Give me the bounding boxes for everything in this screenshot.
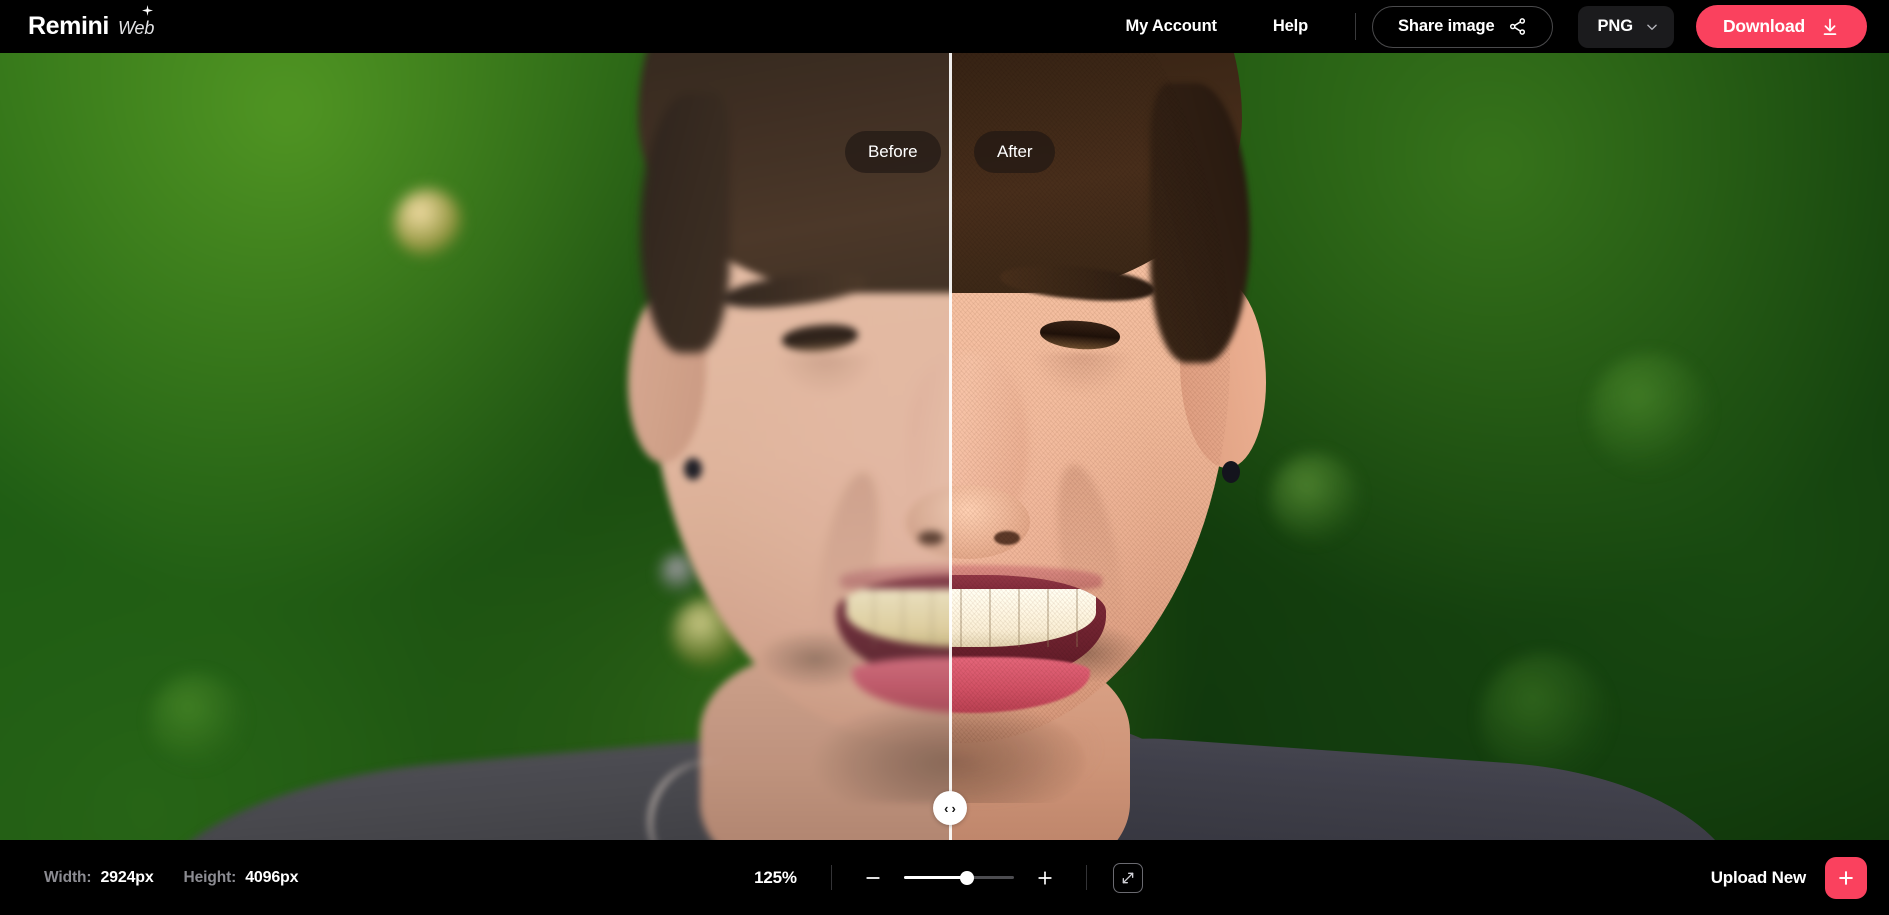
share-image-button[interactable]: Share image bbox=[1372, 5, 1553, 48]
comparison-divider-line[interactable] bbox=[948, 53, 952, 840]
download-button-label: Download bbox=[1722, 16, 1805, 36]
header-nav: My Account Help bbox=[1097, 9, 1336, 44]
before-image-pane bbox=[0, 53, 950, 840]
comparison-slider-handle[interactable]: ‹ › bbox=[933, 791, 967, 825]
zoom-in-button[interactable] bbox=[1030, 863, 1060, 893]
upload-new-label: Upload New bbox=[1710, 867, 1806, 887]
before-artwork bbox=[0, 53, 950, 840]
app-header: Remini Web My Account Help Share image P… bbox=[0, 0, 1889, 53]
upload-new-control[interactable]: Upload New bbox=[1710, 856, 1867, 899]
plus-icon bbox=[1839, 870, 1853, 885]
zoom-slider-thumb[interactable] bbox=[960, 870, 975, 885]
height-value: 4096px bbox=[245, 868, 299, 886]
nav-my-account[interactable]: My Account bbox=[1097, 9, 1244, 44]
minus-icon bbox=[865, 876, 880, 879]
portrait-subject bbox=[0, 53, 950, 840]
share-image-label: Share image bbox=[1398, 17, 1495, 35]
width-label: Width: bbox=[44, 868, 92, 886]
sparkle-icon bbox=[142, 5, 154, 16]
fit-to-screen-button[interactable] bbox=[1112, 862, 1143, 893]
width-value: 2924px bbox=[100, 868, 154, 886]
portrait-subject bbox=[950, 53, 1889, 840]
before-label-pill: Before bbox=[845, 131, 941, 173]
remini-web-app: Remini Web My Account Help Share image P… bbox=[0, 0, 1889, 915]
format-select[interactable]: PNG bbox=[1577, 5, 1674, 48]
brand-subtitle: Web bbox=[117, 18, 155, 38]
after-image-pane bbox=[950, 53, 1889, 840]
height-group: Height: 4096px bbox=[184, 869, 299, 887]
app-footer: Width: 2924px Height: 4096px 125% Upload… bbox=[0, 840, 1889, 915]
zoom-slider[interactable] bbox=[903, 868, 1014, 888]
after-artwork bbox=[950, 53, 1889, 840]
photo-stage: Before After ‹ › bbox=[0, 53, 1889, 840]
share-icon bbox=[1509, 18, 1525, 35]
nav-help[interactable]: Help bbox=[1245, 9, 1336, 44]
header-divider bbox=[1355, 13, 1357, 40]
width-group: Width: 2924px bbox=[44, 869, 154, 887]
format-select-value: PNG bbox=[1597, 17, 1634, 35]
image-dimensions: Width: 2924px Height: 4096px bbox=[44, 869, 299, 887]
after-label-text: After bbox=[997, 142, 1033, 161]
after-label-pill: After bbox=[974, 131, 1056, 173]
chevron-left-icon: ‹ bbox=[944, 800, 949, 816]
brand-logo[interactable]: Remini Web bbox=[28, 5, 155, 41]
chevron-down-icon bbox=[1647, 24, 1657, 30]
before-label-text: Before bbox=[868, 142, 918, 161]
image-viewer[interactable]: Before After ‹ › bbox=[0, 53, 1889, 840]
expand-arrows-icon bbox=[1122, 872, 1133, 883]
zoom-divider-right bbox=[1085, 865, 1087, 890]
upload-new-button[interactable] bbox=[1825, 856, 1867, 899]
chevron-right-icon: › bbox=[951, 800, 956, 816]
zoom-divider-left bbox=[830, 865, 832, 890]
height-label: Height: bbox=[183, 868, 237, 886]
brand-name: Remini bbox=[28, 12, 109, 40]
zoom-level-value: 125% bbox=[754, 867, 797, 887]
plus-icon bbox=[1037, 870, 1052, 885]
download-button[interactable]: Download bbox=[1695, 5, 1867, 48]
zoom-out-button[interactable] bbox=[858, 863, 888, 893]
zoom-slider-fill bbox=[903, 876, 968, 879]
zoom-controls: 125% bbox=[747, 862, 1143, 893]
download-icon bbox=[1823, 18, 1837, 35]
